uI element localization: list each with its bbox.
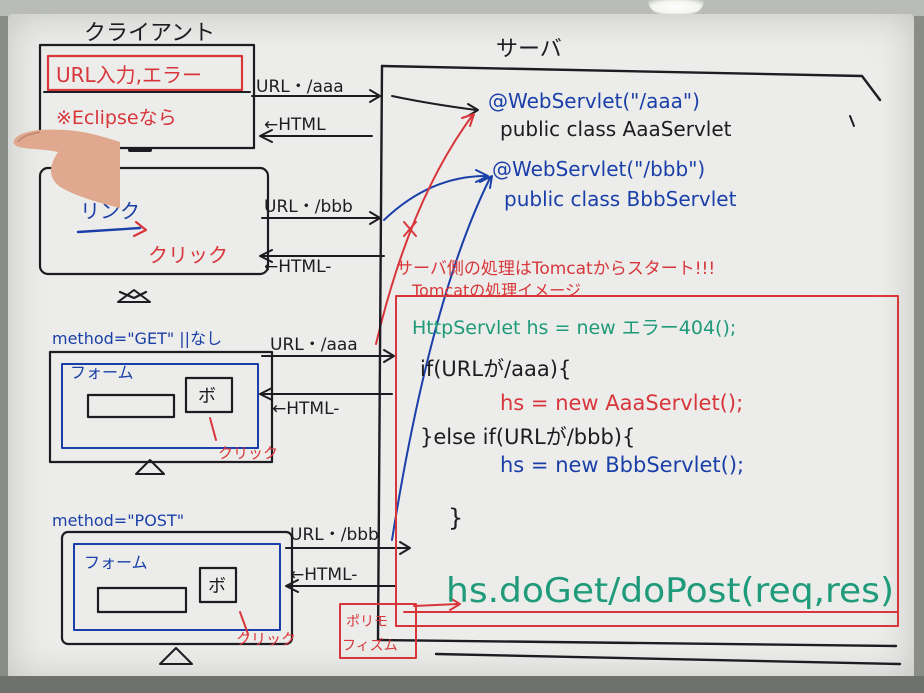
url-bbb-label-1: URL・/bbb bbox=[264, 197, 353, 217]
html-label-4: ←HTML- bbox=[290, 565, 357, 585]
get-method-label: method="GET" ||なし bbox=[52, 329, 222, 348]
bbb-annotation: @WebServlet("/bbb") bbox=[492, 157, 705, 181]
client-title: クライアント bbox=[84, 21, 215, 46]
client-url-input-label: URL入力,エラー bbox=[56, 63, 202, 87]
aaa-annotation: @WebServlet("/aaa") bbox=[488, 89, 700, 113]
polymorphism-label-2: フィズム bbox=[342, 638, 398, 654]
code-line-7: hs.doGet/doPost(req,res) bbox=[446, 571, 894, 611]
code-line-6: } bbox=[448, 504, 463, 532]
whiteboard-drawing: クライアント URL入力,エラー ※Eclipseなら リンク クリック met… bbox=[38, 21, 902, 666]
html-label-3: ←HTML- bbox=[272, 399, 339, 419]
polymorphism-label-1: ポリモ bbox=[346, 614, 388, 630]
get-button-label: ボ bbox=[198, 386, 216, 407]
post-button-label: ボ bbox=[208, 576, 226, 597]
client-click-label: クリック bbox=[148, 243, 228, 267]
server-labels: サーバ @WebServlet("/aaa") public class Aaa… bbox=[342, 37, 894, 654]
url-bbb-label-2: URL・/bbb bbox=[290, 525, 379, 545]
server-title: サーバ bbox=[496, 37, 562, 62]
tomcat-image-note: Tomcatの処理イメージ bbox=[411, 281, 581, 300]
post-form-label: フォーム bbox=[84, 553, 148, 572]
html-label-1: ←HTML bbox=[264, 115, 326, 135]
code-line-5: hs = new BbbServlet(); bbox=[500, 453, 744, 477]
aaa-class: public class AaaServlet bbox=[500, 117, 732, 141]
pointing-hand bbox=[13, 129, 120, 208]
code-line-1: HttpServlet hs = new エラー404(); bbox=[412, 317, 736, 339]
html-label-2: ←HTML- bbox=[264, 257, 331, 277]
code-line-2: if(URLが/aaa){ bbox=[420, 357, 571, 381]
url-aaa-label-2: URL・/aaa bbox=[270, 335, 358, 355]
get-click-label: クリック bbox=[218, 444, 278, 462]
url-aaa-label-1: URL・/aaa bbox=[256, 77, 344, 97]
get-form-label: フォーム bbox=[70, 363, 134, 382]
post-method-label: method="POST" bbox=[52, 511, 184, 530]
post-click-label: クリック bbox=[236, 630, 296, 648]
tomcat-note: サーバ側の処理はTomcatからスタート!!! bbox=[396, 259, 715, 279]
arrow-labels: URL・/aaa ←HTML URL・/bbb ←HTML- URL・/aaa … bbox=[256, 77, 379, 585]
code-line-3: hs = new AaaServlet(); bbox=[500, 391, 743, 415]
code-line-4: }else if(URLが/bbb){ bbox=[420, 425, 635, 449]
bbb-class: public class BbbServlet bbox=[504, 187, 737, 211]
